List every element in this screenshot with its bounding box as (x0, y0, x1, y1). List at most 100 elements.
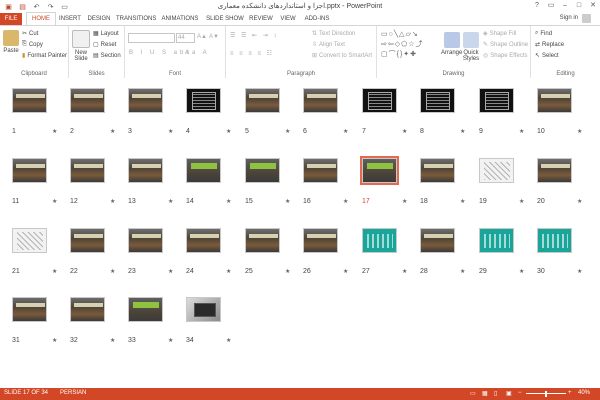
tab-slideshow[interactable]: SLIDE SHOW (206, 13, 244, 25)
animation-star-icon[interactable]: ★ (226, 337, 231, 344)
slide-thumbnail[interactable] (245, 228, 280, 253)
animation-star-icon[interactable]: ★ (226, 198, 231, 205)
zoom-out-button[interactable]: − (518, 390, 522, 396)
animation-star-icon[interactable]: ★ (460, 268, 465, 275)
reset-button[interactable]: ▢ Reset (93, 41, 116, 49)
tab-insert[interactable]: INSERT (57, 13, 83, 25)
cut-button[interactable]: ✂ Cut (22, 30, 38, 38)
animation-star-icon[interactable]: ★ (343, 268, 348, 275)
slide-thumbnail[interactable] (70, 297, 105, 322)
animation-star-icon[interactable]: ★ (168, 268, 173, 275)
tab-transitions[interactable]: TRANSITIONS (116, 13, 156, 25)
shape-effects-button[interactable]: ◎ Shape Effects (483, 52, 528, 60)
animation-star-icon[interactable]: ★ (343, 198, 348, 205)
slide-thumbnail[interactable] (420, 88, 455, 113)
font-style-icons[interactable]: B I U S abc (129, 50, 192, 56)
align-text-button[interactable]: ⇳ Align Text (312, 41, 345, 49)
slideshow-view-icon[interactable]: ▣ (506, 390, 512, 397)
arrange-button[interactable]: Arrange (441, 32, 462, 56)
shrink-font-icon[interactable]: A▼ (209, 34, 219, 40)
zoom-slider-thumb[interactable] (545, 391, 547, 397)
animation-star-icon[interactable]: ★ (285, 268, 290, 275)
format-painter-button[interactable]: ▮ Format Painter (22, 52, 67, 60)
font-color-icons[interactable]: Aa A (185, 50, 210, 56)
minimize-icon[interactable]: – (560, 1, 570, 11)
help-icon[interactable]: ? (532, 1, 542, 11)
close-icon[interactable]: ✕ (588, 1, 598, 11)
select-button[interactable]: ↖ Select (535, 52, 559, 60)
tab-animations[interactable]: ANIMATIONS (161, 13, 199, 25)
slide-thumbnail[interactable] (303, 158, 338, 183)
slide-thumbnail[interactable] (362, 228, 397, 253)
animation-star-icon[interactable]: ★ (402, 128, 407, 135)
zoom-in-button[interactable]: + (568, 390, 572, 396)
tab-add-ins[interactable]: ADD-INS (302, 13, 332, 25)
copy-button[interactable]: ⎘ Copy (22, 41, 43, 48)
animation-star-icon[interactable]: ★ (168, 128, 173, 135)
slide-thumbnail[interactable] (12, 228, 47, 253)
slide-thumbnail[interactable] (70, 158, 105, 183)
slide-thumbnail[interactable] (537, 228, 572, 253)
slide-thumbnail[interactable] (479, 158, 514, 183)
slide-thumbnail[interactable] (537, 88, 572, 113)
animation-star-icon[interactable]: ★ (110, 268, 115, 275)
shape-fill-button[interactable]: ◈ Shape Fill (483, 30, 516, 38)
replace-button[interactable]: ⇄ Replace (535, 41, 564, 49)
zoom-level[interactable]: 40% (578, 390, 590, 396)
animation-star-icon[interactable]: ★ (226, 128, 231, 135)
animation-star-icon[interactable]: ★ (110, 128, 115, 135)
slide-thumbnail[interactable] (128, 228, 163, 253)
tab-design[interactable]: DESIGN (86, 13, 112, 25)
slide-thumbnail[interactable] (420, 158, 455, 183)
animation-star-icon[interactable]: ★ (168, 198, 173, 205)
align-icons[interactable]: ≡ ≡ ≡ ≡ ☷ (230, 50, 274, 57)
slide-thumbnail[interactable] (186, 88, 221, 113)
animation-star-icon[interactable]: ★ (519, 198, 524, 205)
animation-star-icon[interactable]: ★ (402, 268, 407, 275)
animation-star-icon[interactable]: ★ (577, 198, 582, 205)
animation-star-icon[interactable]: ★ (343, 128, 348, 135)
convert-smartart-button[interactable]: ⊞ Convert to SmartArt (312, 52, 372, 60)
slide-thumbnail[interactable] (245, 158, 280, 183)
normal-view-icon[interactable]: ▭ (470, 390, 476, 397)
animation-star-icon[interactable]: ★ (577, 128, 582, 135)
animation-star-icon[interactable]: ★ (460, 198, 465, 205)
sign-in-link[interactable]: Sign in (560, 15, 578, 21)
slide-thumbnail[interactable] (479, 228, 514, 253)
slide-thumbnail[interactable] (128, 88, 163, 113)
slide-thumbnail[interactable] (362, 88, 397, 113)
slide-thumbnail[interactable] (70, 228, 105, 253)
section-button[interactable]: ▤ Section (93, 52, 121, 60)
slide-thumbnail[interactable] (479, 88, 514, 113)
reading-view-icon[interactable]: ▯ (494, 390, 497, 397)
ribbon-display-icon[interactable]: ▭ (546, 1, 556, 11)
slide-thumbnail[interactable] (245, 88, 280, 113)
list-icons[interactable]: ☰ ☰ ⇤ ⇥ ↕ (230, 32, 278, 39)
animation-star-icon[interactable]: ★ (402, 198, 407, 205)
layout-button[interactable]: ▦ Layout (93, 30, 119, 38)
animation-star-icon[interactable]: ★ (110, 198, 115, 205)
slide-thumbnail[interactable] (128, 297, 163, 322)
animation-star-icon[interactable]: ★ (519, 128, 524, 135)
avatar[interactable] (582, 14, 591, 23)
new-slide-button[interactable]: New Slide (72, 30, 90, 62)
find-button[interactable]: ⌕ Find (535, 30, 552, 37)
animation-star-icon[interactable]: ★ (52, 198, 57, 205)
slide-thumbnail[interactable] (303, 88, 338, 113)
animation-star-icon[interactable]: ★ (519, 268, 524, 275)
slide-thumbnail[interactable] (303, 228, 338, 253)
slide-thumbnail[interactable] (128, 158, 163, 183)
animation-star-icon[interactable]: ★ (52, 128, 57, 135)
animation-star-icon[interactable]: ★ (285, 198, 290, 205)
slide-thumbnail[interactable] (12, 88, 47, 113)
shapes-gallery[interactable]: ▭○╲△▱↘ ⇨⇦◇⬠☆⤴ ▢⌒{}✦✚ (381, 30, 437, 62)
animation-star-icon[interactable]: ★ (52, 268, 57, 275)
slide-thumbnail[interactable] (12, 297, 47, 322)
tab-file[interactable]: FILE (0, 13, 22, 25)
animation-star-icon[interactable]: ★ (110, 337, 115, 344)
animation-star-icon[interactable]: ★ (285, 128, 290, 135)
maximize-icon[interactable]: □ (574, 1, 584, 11)
slide-thumbnail[interactable] (70, 88, 105, 113)
slide-thumbnail[interactable] (360, 156, 399, 185)
font-size-field[interactable]: 44 (176, 33, 195, 43)
